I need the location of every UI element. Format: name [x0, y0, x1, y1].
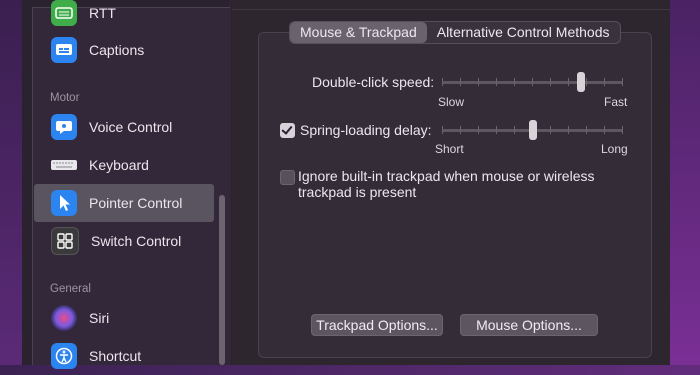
sidebar-scrollbar[interactable]: [219, 195, 225, 365]
long-label: Long: [601, 142, 628, 156]
shortcut-icon: [51, 343, 77, 369]
sidebar-item-label: Voice Control: [89, 119, 173, 135]
tab-mouse-trackpad[interactable]: Mouse & Trackpad: [290, 22, 427, 43]
switch-control-icon: [51, 227, 79, 255]
slider-tick: [478, 78, 479, 86]
sidebar-item-label: Captions: [89, 42, 145, 58]
slider-tick: [460, 126, 461, 134]
sidebar-item-label: Switch Control: [91, 233, 182, 249]
section-header-general: General: [50, 283, 91, 295]
sidebar-item-voice-control[interactable]: Voice Control: [34, 108, 214, 146]
rtt-icon: [51, 0, 77, 26]
slider-tick: [622, 126, 623, 134]
pointer-control-pane: Mouse & Trackpad Alternative Control Met…: [232, 0, 670, 365]
voice-control-icon: [51, 114, 77, 140]
double-click-speed-label: Double-click speed:: [312, 74, 435, 90]
short-label: Short: [435, 142, 464, 156]
sidebar-item-pointer-control[interactable]: Pointer Control: [34, 184, 214, 222]
keyboard-icon: [51, 152, 77, 178]
slider-tick: [514, 126, 515, 134]
slider-tick: [496, 126, 497, 134]
mouse-options-button[interactable]: Mouse Options...: [460, 314, 598, 336]
section-header-motor: Motor: [50, 92, 80, 104]
sidebar: RTT Captions Motor Voice Control Keyboar…: [22, 0, 231, 369]
sidebar-item-label: Pointer Control: [89, 195, 183, 211]
spring-loading-delay-label: Spring-loading delay:: [300, 122, 432, 138]
slow-label: Slow: [438, 95, 465, 109]
sidebar-item-siri[interactable]: Siri: [34, 299, 214, 337]
siri-icon: [51, 305, 77, 331]
sidebar-item-shortcut[interactable]: Shortcut: [34, 337, 214, 375]
sidebar-item-switch-control[interactable]: Switch Control: [34, 222, 214, 260]
slider-tick: [514, 78, 515, 86]
sidebar-item-label: RTT: [89, 5, 116, 21]
sidebar-item-label: Shortcut: [89, 348, 142, 364]
tab-alternative-control-methods[interactable]: Alternative Control Methods: [427, 22, 620, 43]
slider-tick: [622, 78, 623, 86]
slider-tick: [550, 78, 551, 86]
checkmark-icon: [281, 123, 293, 135]
ignore-trackpad-label-line1: Ignore built-in trackpad when mouse or w…: [298, 168, 595, 184]
slider-tick: [460, 78, 461, 86]
slider-thumb[interactable]: [529, 120, 537, 140]
spring-loading-checkbox[interactable]: [280, 123, 295, 138]
slider-tick: [568, 78, 569, 86]
slider-tick: [442, 78, 443, 86]
sidebar-item-label: Keyboard: [89, 157, 149, 173]
slider-tick: [478, 126, 479, 134]
fast-label: Fast: [604, 95, 628, 109]
spring-loading-delay-slider[interactable]: [442, 119, 623, 141]
double-click-speed-slider[interactable]: [442, 71, 623, 93]
captions-icon: [51, 37, 77, 63]
ignore-trackpad-checkbox[interactable]: [280, 170, 295, 185]
slider-tick: [586, 78, 587, 86]
slider-tick: [496, 78, 497, 86]
pointer-icon: [51, 190, 77, 216]
ignore-trackpad-label-line2: trackpad is present: [298, 184, 417, 200]
slider-tick: [586, 126, 587, 134]
desktop-background-right: [670, 0, 700, 365]
trackpad-options-button[interactable]: Trackpad Options...: [311, 314, 443, 336]
slider-tick: [604, 78, 605, 86]
accessibility-preferences-window: RTT Captions Motor Voice Control Keyboar…: [22, 0, 670, 369]
slider-tick: [604, 126, 605, 134]
slider-tick: [568, 126, 569, 134]
sidebar-item-label: Siri: [89, 310, 110, 326]
tab-bar: Mouse & Trackpad Alternative Control Met…: [289, 21, 621, 44]
sidebar-item-captions[interactable]: Captions: [34, 31, 214, 69]
sidebar-item-keyboard[interactable]: Keyboard: [34, 146, 214, 184]
sidebar-item-rtt[interactable]: RTT: [34, 0, 214, 32]
slider-tick: [550, 126, 551, 134]
desktop-background-left: [0, 0, 22, 365]
slider-tick: [442, 126, 443, 134]
slider-tick: [532, 78, 533, 86]
slider-thumb[interactable]: [577, 72, 585, 92]
